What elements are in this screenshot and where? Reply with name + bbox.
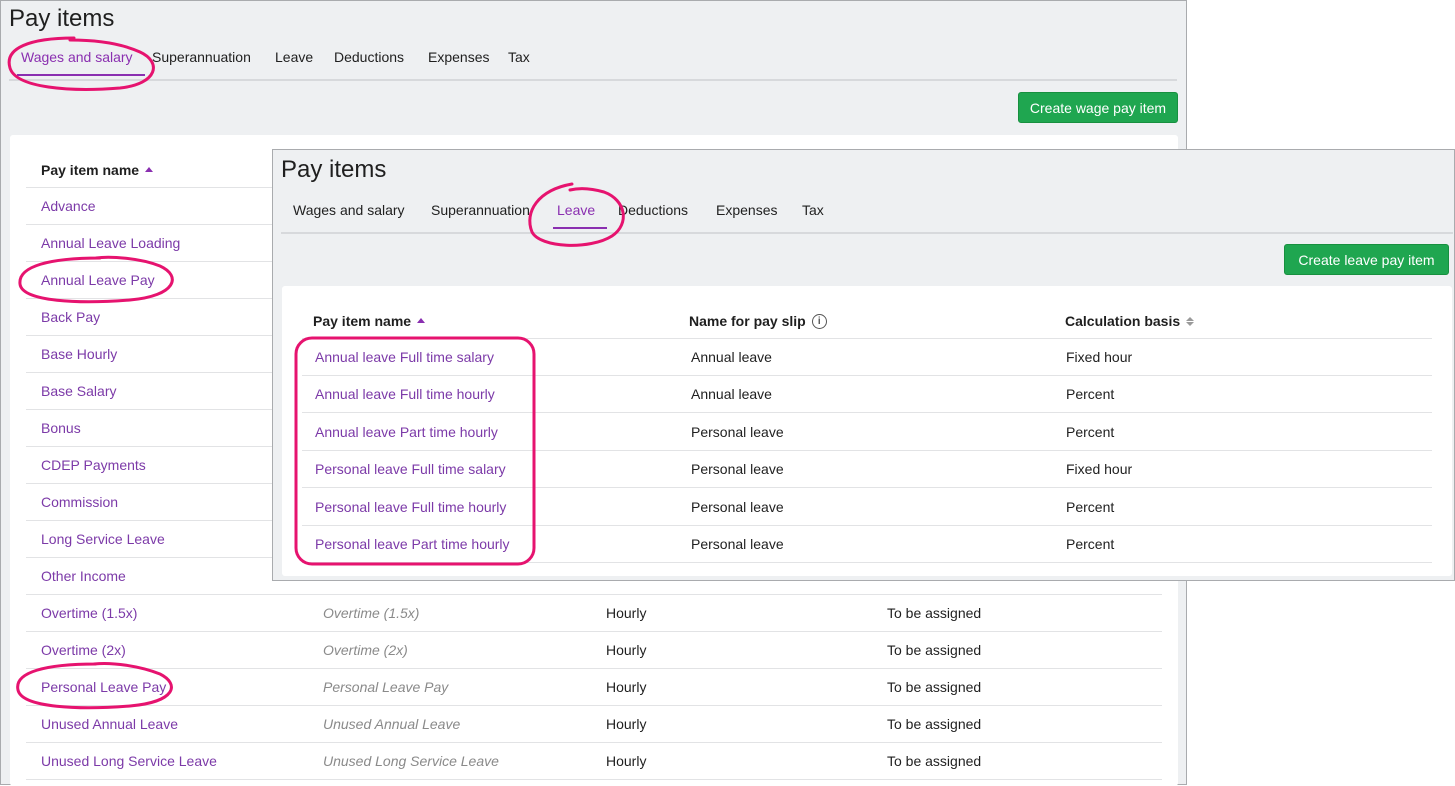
pay-slip-name: Personal leave [691,461,784,478]
pay-item-name-link[interactable]: Annual leave Part time hourly [315,424,498,440]
pay-item-name-link[interactable]: Commission [41,494,118,510]
tab-expenses[interactable]: Expenses [428,49,489,65]
column-header-calculation-basis[interactable]: Calculation basis [1065,313,1195,329]
table-row[interactable]: Overtime (1.5x) Overtime (1.5x) Hourly To b… [26,595,1162,632]
tab-tax[interactable]: Tax [802,202,824,218]
pay-slip-name: Personal Leave Pay [323,679,449,695]
pay-item-name-link[interactable]: Unused Annual Leave [41,716,178,732]
pay-item-name-link[interactable]: Annual leave Full time hourly [315,386,495,402]
tab-deductions[interactable]: Deductions [334,49,404,65]
assignment-status: To be assigned [887,753,982,769]
pay-item-name-link[interactable]: Overtime (1.5x) [41,605,137,621]
pay-item-name-link[interactable]: Personal leave Part time hourly [315,536,510,552]
calculation-basis: Percent [1066,536,1115,552]
pay-item-type: Hourly [606,642,647,658]
pay-slip-name: Annual leave [691,349,772,365]
pay-item-name-link[interactable]: Back Pay [41,309,100,325]
tab-tax[interactable]: Tax [508,49,530,65]
table-row[interactable]: Annual leave Full time salary Annual leav… [302,339,1432,376]
column-header-pay-item-name[interactable]: Pay item name [313,313,426,329]
pay-item-name-link[interactable]: Base Hourly [41,346,117,362]
caret-up-icon [145,166,154,172]
tab-superannuation[interactable]: Superannuation [152,49,251,65]
tab-leave[interactable]: Leave [275,49,313,65]
table-row[interactable]: Personal leave Part time hourly Personal … [302,526,1432,563]
page-title: Pay items [9,5,115,32]
pay-slip-name: Unused Annual Leave [323,716,461,732]
calculation-basis: Percent [1066,498,1115,515]
table-row[interactable]: Annual leave Full time hourly Annual leav… [302,376,1432,414]
pay-item-name-link[interactable]: Advance [41,198,95,214]
calculation-basis: Percent [1066,423,1115,440]
tab-wages-and-salary[interactable]: Wages and salary [17,49,145,76]
pay-item-name-link[interactable]: Other Income [41,568,126,584]
pay-slip-name: Overtime (1.5x) [323,605,420,621]
create-leave-pay-item-button[interactable]: Create leave pay item [1284,244,1449,275]
tab-wages-and-salary[interactable]: Wages and salary [293,202,405,218]
tab-superannuation[interactable]: Superannuation [431,202,530,218]
pay-item-name-link[interactable]: Annual Leave Loading [41,235,180,251]
pay-item-name-link[interactable]: Bonus [41,420,81,436]
pay-item-name-link[interactable]: Annual leave Full time salary [315,349,494,365]
leave-pay-items-window: Pay items Wages and salary Superannuatio… [272,149,1455,581]
pay-item-type: Hourly [606,716,647,732]
column-header-name-for-pay-slip: Name for pay slip i [689,313,827,330]
pay-item-type: Hourly [606,605,647,621]
pay-slip-name: Personal leave [691,536,784,552]
tab-expenses[interactable]: Expenses [716,202,777,218]
pay-item-name-link[interactable]: Personal Leave Pay [41,679,166,695]
tab-deductions[interactable]: Deductions [618,202,688,218]
pay-item-name-link[interactable]: Personal leave Full time hourly [315,499,506,515]
caret-up-icon [417,317,426,323]
pay-item-name-link[interactable]: Annual Leave Pay [41,272,155,288]
table-row[interactable]: Unused Long Service Leave Unused Long Ser… [26,743,1162,780]
tab-bar: Wages and salary Superannuation Leave De… [281,202,1453,234]
pay-item-name-link[interactable]: Unused Long Service Leave [41,753,217,769]
pay-slip-name: Personal leave [691,423,784,440]
tab-bar: Wages and salary Superannuation Leave De… [9,49,1177,81]
table-row[interactable]: Annual leave Part time hourly Personal le… [302,414,1432,451]
page-title: Pay items [281,156,387,183]
table-row[interactable]: Overtime (2x) Overtime (2x) Hourly To be as… [26,632,1162,669]
assignment-status: To be assigned [887,679,982,695]
pay-item-name-link[interactable]: CDEP Payments [41,457,146,473]
table-row[interactable]: Personal leave Full time salary Personal … [302,451,1432,489]
pay-item-name-link[interactable]: Overtime (2x) [41,642,126,658]
tab-leave[interactable]: Leave [552,202,608,229]
pay-item-name-link[interactable]: Base Salary [41,383,116,399]
leave-table: Pay item name Name for pay slip i Calcula… [282,286,1452,576]
calculation-basis: Fixed hour [1066,349,1133,365]
column-header-pay-item-name[interactable]: Pay item name [41,162,154,178]
column-header-label: Pay item name [313,313,412,329]
column-header-label: Calculation basis [1065,313,1181,329]
pay-slip-name: Annual leave [691,386,772,403]
pay-slip-name: Overtime (2x) [323,642,408,658]
assignment-status: To be assigned [887,605,982,621]
table-row[interactable]: Unused Annual Leave Unused Annual Leave Ho… [26,706,1162,743]
table-header: Pay item name Name for pay slip i Calcula… [302,304,1432,339]
table-row[interactable]: Personal Leave Pay Personal Leave Pay Hour… [26,669,1162,706]
info-icon[interactable]: i [811,313,827,329]
pay-item-name-link[interactable]: Long Service Leave [41,531,165,547]
assignment-status: To be assigned [887,716,982,732]
calculation-basis: Fixed hour [1066,461,1133,478]
pay-slip-name: Personal leave [691,498,784,515]
pay-slip-name: Unused Long Service Leave [323,753,499,769]
pay-item-type: Hourly [606,753,647,769]
calculation-basis: Percent [1066,386,1115,403]
pay-item-type: Hourly [606,679,647,695]
sort-icon [1186,316,1195,326]
pay-item-name-link[interactable]: Personal leave Full time salary [315,461,506,477]
assignment-status: To be assigned [887,642,982,658]
column-header-label: Pay item name [41,162,140,178]
table-row[interactable]: Personal leave Full time hourly Personal … [302,489,1432,526]
create-wage-pay-item-button[interactable]: Create wage pay item [1018,92,1178,123]
column-header-label: Name for pay slip [689,313,806,329]
